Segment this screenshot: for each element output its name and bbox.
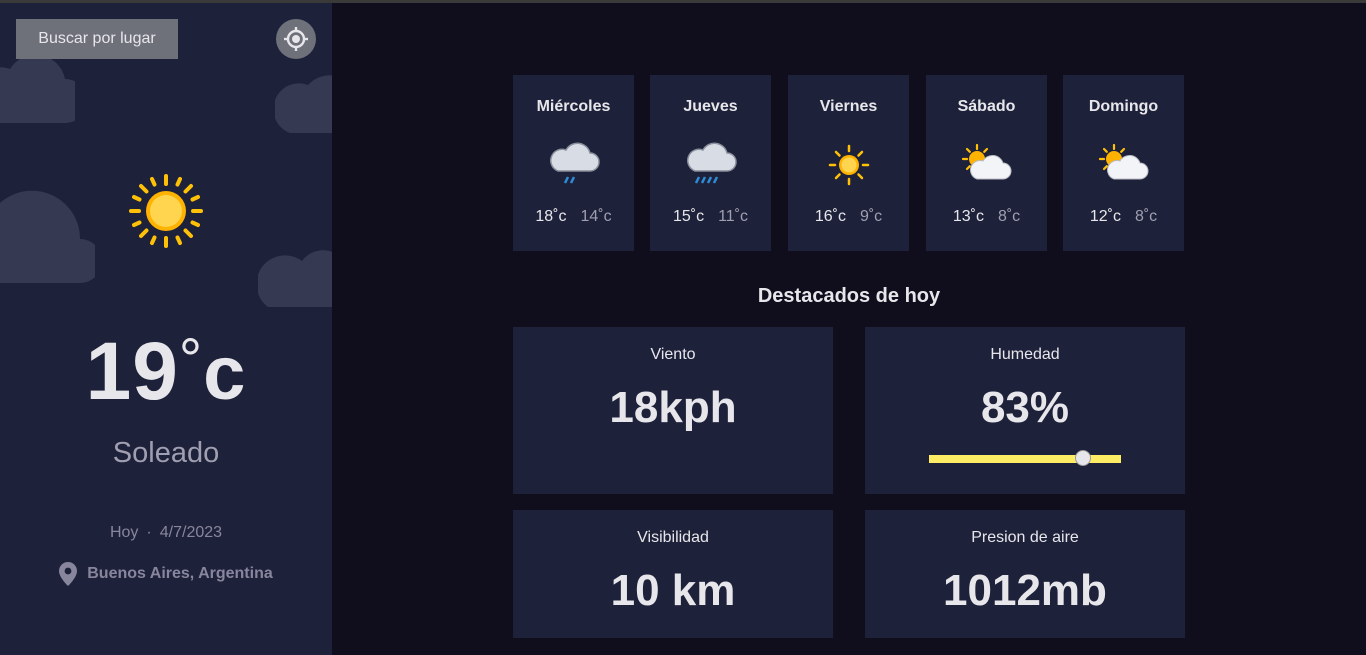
temperature-unit: c — [203, 331, 247, 416]
forecast-day: Sábado — [957, 98, 1016, 115]
forecast-max: 15˚c — [672, 208, 705, 225]
location-name: Buenos Aires, Argentina — [87, 565, 273, 582]
forecast-min: 8˚c — [1134, 208, 1158, 225]
forecast-max: 13˚c — [952, 208, 984, 225]
forecast-day: Jueves — [683, 98, 738, 115]
light-rain-icon — [549, 142, 600, 184]
wind-label: Viento — [650, 346, 696, 363]
current-location-button[interactable] — [276, 19, 316, 59]
visibility-value: 10 km — [610, 566, 736, 615]
forecast-temps: 12˚c 8˚c — [1063, 208, 1184, 226]
wind-value: 18kph — [609, 383, 737, 432]
humidity-bar — [929, 450, 1121, 466]
forecast-card: Viernes 16˚c 9˚c — [788, 75, 909, 251]
background-cloud-icon — [258, 250, 332, 307]
highlights-title: Destacados de hoy — [757, 285, 941, 307]
humidity-label: Humedad — [990, 346, 1060, 363]
date-row: Hoy · 4/7/2023 — [0, 524, 332, 542]
forecast-min: 11˚c — [718, 208, 749, 225]
heavy-rain-icon — [686, 142, 737, 184]
forecast-min: 9˚c — [859, 208, 883, 225]
forecast-min: 14˚c — [580, 208, 612, 225]
forecast-card: Jueves 15˚c 11˚c — [650, 75, 771, 251]
forecast-temps: 13˚c 8˚c — [926, 208, 1047, 226]
weather-condition: Soleado — [112, 437, 220, 469]
current-temperature: 19°c — [0, 325, 332, 419]
location-pin-icon — [59, 562, 78, 586]
humidity-slider-knob — [1074, 450, 1091, 466]
current-weather-sidebar: Buscar por lugar 19°c Soleado Hoy · 4/7/… — [0, 3, 332, 655]
partly-cloudy-icon — [1098, 143, 1148, 180]
forecast-min: 8˚c — [997, 208, 1021, 225]
date-separator: · — [146, 524, 152, 541]
search-place-button[interactable]: Buscar por lugar — [16, 19, 178, 59]
visibility-card: Visibilidad 10 km — [513, 510, 833, 638]
forecast-max: 18˚c — [535, 208, 567, 225]
forecast-temps: 16˚c 9˚c — [788, 208, 909, 226]
pressure-card: Presion de aire 1012mb — [865, 510, 1185, 638]
gps-target-icon — [284, 27, 308, 51]
current-date: 4/7/2023 — [159, 524, 223, 541]
forecast-day: Miércoles — [536, 98, 611, 115]
forecast-temps: 18˚c 14˚c — [513, 208, 634, 226]
forecast-day: Viernes — [819, 98, 878, 115]
sun-icon — [828, 144, 869, 186]
background-cloud-icon — [275, 75, 332, 133]
forecast-temps: 15˚c 11˚c — [650, 208, 771, 226]
humidity-value: 83% — [980, 383, 1070, 432]
degree-symbol: ° — [178, 327, 204, 392]
visibility-label: Visibilidad — [637, 529, 709, 546]
wind-card: Viento 18kph — [513, 327, 833, 494]
humidity-card: Humedad 83% — [865, 327, 1185, 494]
forecast-card: Domingo 12˚c 8˚c — [1063, 75, 1184, 251]
pressure-value: 1012mb — [943, 566, 1107, 615]
forecast-card: Sábado 13˚c 8˚c — [926, 75, 1047, 251]
sun-icon — [129, 174, 203, 248]
today-label: Hoy — [109, 524, 139, 541]
forecast-day: Domingo — [1088, 98, 1159, 115]
background-cloud-icon — [0, 190, 95, 283]
temperature-value: 19 — [85, 326, 179, 417]
forecast-card: Miércoles 18˚c 14˚c — [513, 75, 634, 251]
partly-cloudy-icon — [961, 143, 1011, 180]
pressure-label: Presion de aire — [971, 529, 1079, 546]
forecast-max: 16˚c — [814, 208, 846, 225]
location-row: Buenos Aires, Argentina — [0, 562, 332, 586]
forecast-max: 12˚c — [1089, 208, 1121, 225]
